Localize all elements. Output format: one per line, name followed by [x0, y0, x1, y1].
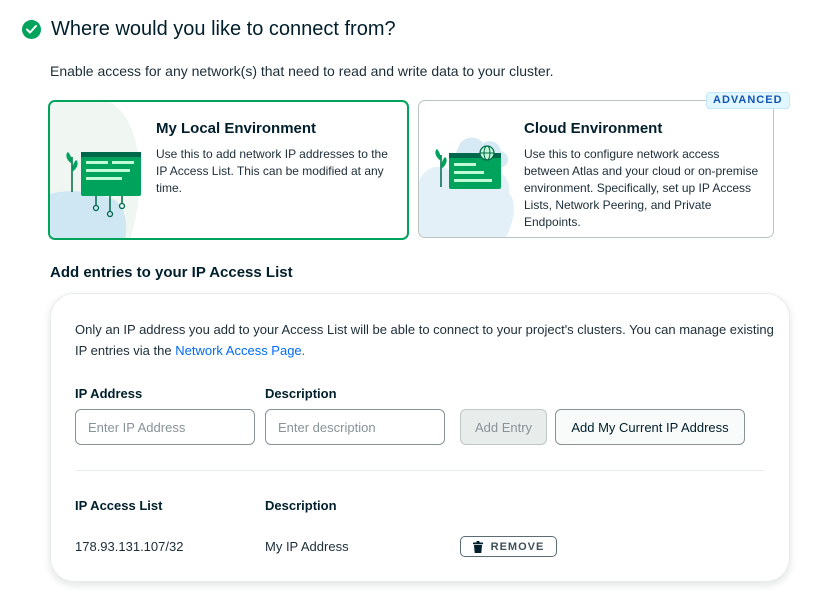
ip-address-label: IP Address — [75, 386, 143, 401]
cloud-environment-illustration — [419, 137, 514, 237]
access-list-info: Only an IP address you add to your Acces… — [75, 319, 775, 361]
ip-access-list-header: IP Access List — [75, 498, 163, 513]
cloud-environment-title: Cloud Environment — [524, 120, 663, 137]
add-entry-button[interactable]: Add Entry — [460, 409, 547, 445]
check-circle-icon — [22, 20, 41, 39]
description-column-header: Description — [265, 498, 337, 513]
page-subtitle: Enable access for any network(s) that ne… — [50, 63, 554, 79]
page-title: Where would you like to connect from? — [51, 18, 396, 40]
access-list-panel: Only an IP address you add to your Acces… — [50, 293, 790, 582]
local-environment-description: Use this to add network IP addresses to … — [156, 147, 388, 195]
remove-button-label: REMOVE — [490, 540, 545, 553]
table-row-description: My IP Address — [265, 539, 349, 554]
cloud-environment-description: Use this to configure network access bet… — [524, 147, 759, 229]
cloud-environment-card[interactable]: Cloud Environment Use this to configure … — [418, 100, 774, 238]
advanced-badge: ADVANCED — [706, 92, 790, 109]
divider — [75, 470, 765, 471]
table-row-ip: 178.93.131.107/32 — [75, 539, 184, 554]
description-label: Description — [265, 386, 337, 401]
access-list-section-title: Add entries to your IP Access List — [50, 264, 293, 281]
local-environment-illustration — [50, 102, 141, 238]
page-header: Where would you like to connect from? — [22, 18, 396, 41]
local-environment-card[interactable]: My Local Environment Use this to add net… — [48, 100, 409, 240]
ip-address-input[interactable] — [75, 409, 255, 445]
remove-button[interactable]: REMOVE — [460, 536, 557, 557]
trash-icon — [472, 540, 483, 553]
local-environment-title: My Local Environment — [156, 120, 317, 137]
add-current-ip-button[interactable]: Add My Current IP Address — [555, 409, 745, 445]
description-input[interactable] — [265, 409, 445, 445]
network-access-page-link[interactable]: Network Access Page. — [175, 343, 305, 358]
